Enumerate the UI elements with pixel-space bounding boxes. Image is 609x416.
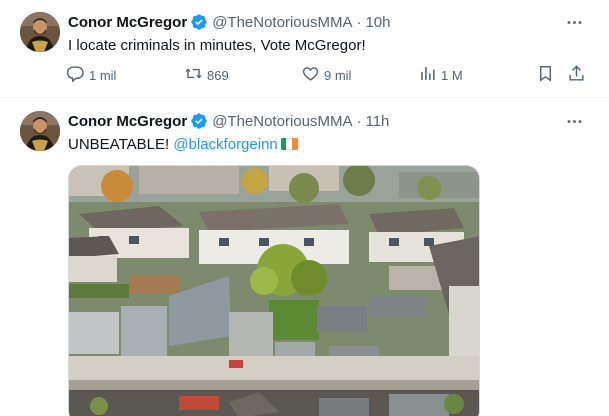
tweet-text-body: UNBEATABLE! <box>68 136 170 153</box>
reply-count: 1 mil <box>89 67 117 83</box>
more-options-icon[interactable] <box>563 12 585 32</box>
retweet-icon <box>184 64 203 86</box>
like-button[interactable]: 9 mil <box>301 62 351 88</box>
share-icon <box>567 64 586 86</box>
view-count: 1 M <box>441 67 463 83</box>
retweet-button[interactable]: 869 <box>184 62 229 88</box>
separator-dot: · <box>356 112 362 130</box>
avatar[interactable] <box>20 12 60 52</box>
author-name[interactable]: Conor McGregor <box>68 113 187 130</box>
tweet-header: Conor McGregor @TheNotoriousMMA · 10h <box>68 12 391 32</box>
share-button[interactable] <box>567 62 586 88</box>
retweet-count: 869 <box>207 67 229 83</box>
timestamp[interactable]: 11h <box>365 113 389 130</box>
tweet-text: UNBEATABLE! @blackforgeinn <box>68 135 298 155</box>
tweet-actions: 1 mil 869 9 mil 1 M <box>60 62 590 88</box>
reply-button[interactable]: 1 mil <box>66 62 116 88</box>
heart-icon <box>301 64 320 86</box>
ireland-flag-icon <box>280 138 298 150</box>
views-chart-icon <box>418 64 437 86</box>
verified-badge-icon <box>190 112 208 130</box>
tweet-text: I locate criminals in minutes, Vote McGr… <box>68 37 366 54</box>
tweet[interactable]: Conor McGregor @TheNotoriousMMA · 11h UN… <box>0 99 609 416</box>
bookmark-icon <box>536 64 555 86</box>
reply-icon <box>66 64 85 86</box>
views-button[interactable]: 1 M <box>418 62 463 88</box>
timestamp[interactable]: 10h <box>365 14 390 31</box>
tweet-photo[interactable] <box>68 165 480 416</box>
author-name[interactable]: Conor McGregor <box>68 14 187 31</box>
separator-dot: · <box>356 13 362 31</box>
avatar[interactable] <box>20 111 60 151</box>
verified-badge-icon <box>190 13 208 31</box>
author-handle[interactable]: @TheNotoriousMMA <box>212 14 352 31</box>
tweet[interactable]: Conor McGregor @TheNotoriousMMA · 10h I … <box>0 0 609 98</box>
author-handle[interactable]: @TheNotoriousMMA <box>212 113 352 130</box>
mention-link[interactable]: @blackforgeinn <box>173 136 277 153</box>
tweet-header: Conor McGregor @TheNotoriousMMA · 11h <box>68 111 389 131</box>
more-options-icon[interactable] <box>563 111 585 131</box>
like-count: 9 mil <box>324 67 352 83</box>
bookmark-button[interactable] <box>536 62 555 88</box>
